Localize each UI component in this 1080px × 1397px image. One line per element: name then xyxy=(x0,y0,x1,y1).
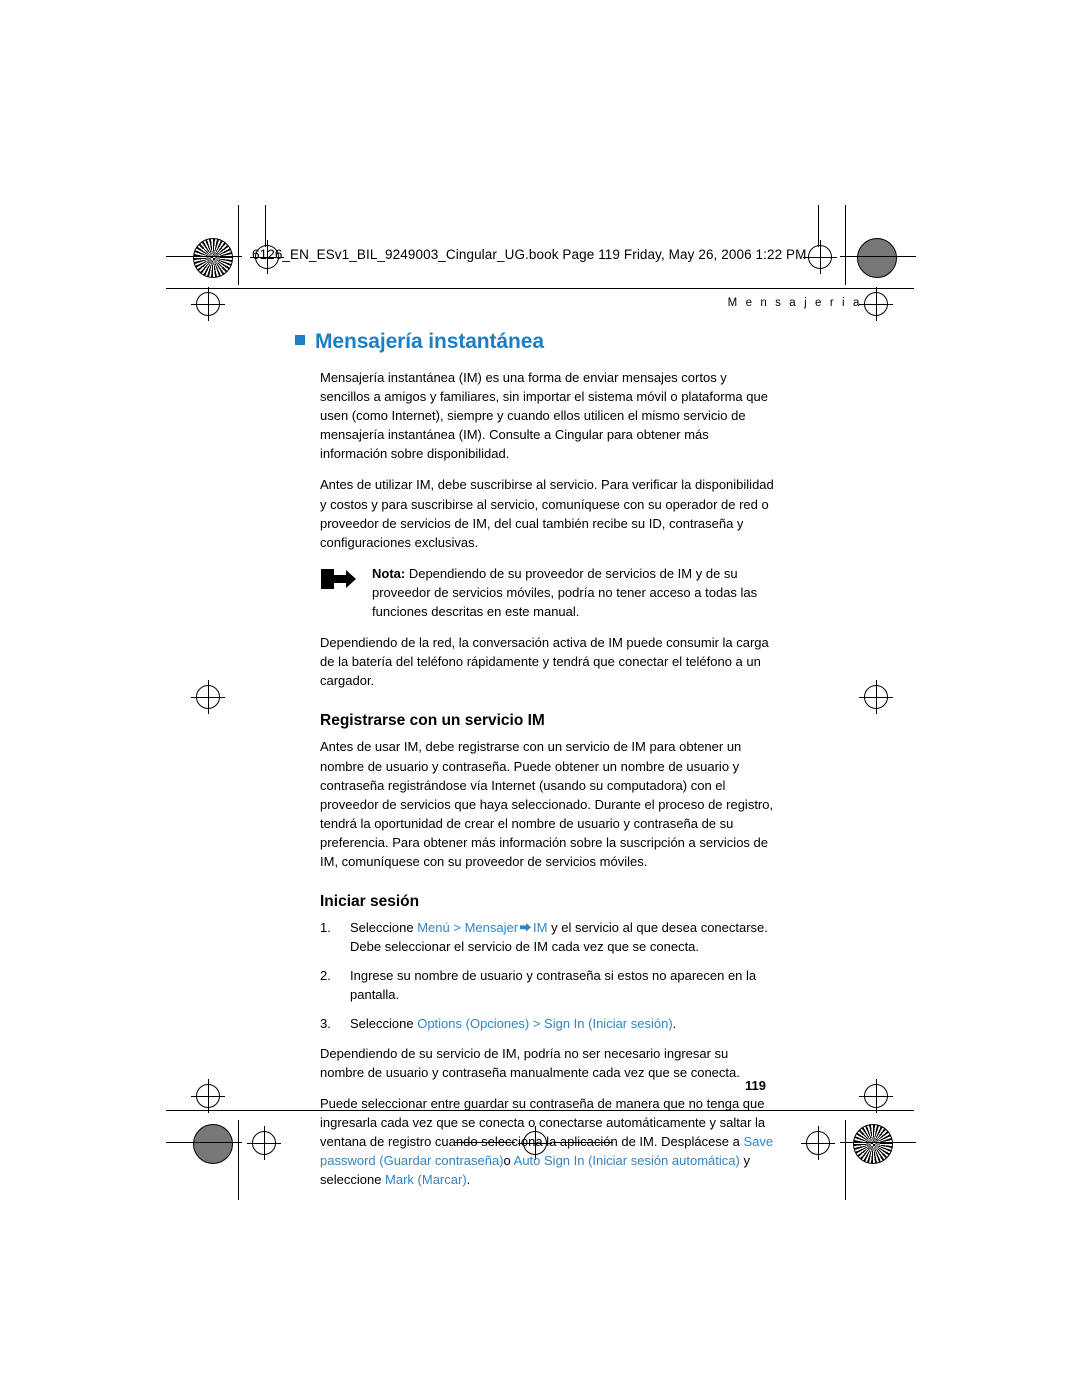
signin-password-text-a: Puede seleccionar entre guardar su contr… xyxy=(320,1095,766,1149)
note-pointer-icon xyxy=(320,566,358,592)
menu-path-link-mensajer[interactable]: Mensajer xyxy=(465,920,518,935)
registration-mark-right-lower xyxy=(859,1079,893,1113)
intro-paragraph-2: Antes de utilizar IM, debe suscribirse a… xyxy=(320,477,774,550)
registration-starburst-bottom-right xyxy=(853,1124,893,1164)
menu-path-link-im[interactable]: IM xyxy=(533,920,547,935)
intro-paragraph-3: Dependiendo de la red, la conversación a… xyxy=(320,635,769,689)
option-link-auto-sign-in[interactable]: Auto Sign In (Iniciar sesión automática) xyxy=(514,1153,740,1168)
crop-line-vertical-right-bottom xyxy=(845,1120,846,1200)
section-heading-signin: Iniciar sesión xyxy=(320,893,420,911)
registration-mark-right-upper xyxy=(859,287,893,321)
density-patch-bottom-left xyxy=(193,1124,233,1164)
crop-line-horizontal-top-left xyxy=(166,256,242,257)
signin-password-text-b: o xyxy=(503,1153,514,1168)
step-text: Ingrese su nombre de usuario y contraseñ… xyxy=(350,968,757,1003)
page-content: Mensajería instantánea Mensajería instan… xyxy=(295,330,775,1201)
list-item: 2. Ingrese su nombre de usuario y contras… xyxy=(320,966,775,1004)
intro-paragraph-1: Mensajería instantánea (IM) es una forma… xyxy=(320,370,768,462)
section-heading-register: Registrarse con un servicio IM xyxy=(320,712,545,730)
crop-line-vertical-right xyxy=(845,205,846,285)
list-item: 3. Seleccione Options (Opciones) > Sign I… xyxy=(320,1014,775,1033)
running-head: M e n s a j e r i a xyxy=(727,297,862,309)
registration-mark-right-middle xyxy=(859,680,893,714)
registration-mark-left-upper xyxy=(191,287,225,321)
note-text: Dependiendo de su proveedor de servicios… xyxy=(372,565,758,620)
signin-password-paragraph: Puede seleccionar entre guardar su contr… xyxy=(320,1094,775,1189)
step-number: 1. xyxy=(320,920,331,936)
registration-mark-bottom-right xyxy=(801,1126,835,1160)
crop-line-horizontal-bottom-right xyxy=(840,1142,916,1143)
menu-path-separator: > xyxy=(529,1016,545,1032)
step-number: 2. xyxy=(320,968,331,984)
section-register-paragraph: Antes de usar IM, debe registrarse con u… xyxy=(320,739,774,869)
book-header-line: 6126_EN_ESv1_BIL_9249003_Cingular_UG.boo… xyxy=(252,247,807,262)
menu-path-link-signin[interactable]: Sign In (Iniciar sesión) xyxy=(544,1016,673,1031)
square-bullet-icon xyxy=(295,335,305,345)
header-rule xyxy=(166,288,914,289)
menu-path-separator: > xyxy=(449,920,465,936)
menu-path-link-menu[interactable]: Menú xyxy=(417,920,450,935)
signin-steps-list: 1. Seleccione Menú > Mensajer IM y el serv… xyxy=(320,918,775,1033)
registration-mark-bottom-left xyxy=(247,1126,281,1160)
signin-password-text-d: . xyxy=(466,1172,471,1188)
step-text-pre: Seleccione xyxy=(350,920,418,936)
crop-line-vertical-left-bottom xyxy=(238,1120,239,1200)
crop-line-horizontal-bottom-left xyxy=(166,1142,242,1143)
note-label: Nota: xyxy=(372,565,406,581)
page-number: 119 xyxy=(745,1078,766,1093)
registration-starburst-top-left xyxy=(193,238,233,278)
crop-line-vertical-right-2 xyxy=(818,205,819,247)
registration-mark-left-lower xyxy=(191,1079,225,1113)
step-text-post: . xyxy=(672,1016,677,1032)
crop-line-vertical-left-2 xyxy=(265,205,266,247)
note-text-wrapper: Nota: Dependiendo de su proveedor de ser… xyxy=(372,564,775,621)
option-link-mark[interactable]: Mark (Marcar) xyxy=(385,1172,467,1187)
step-text-pre: Seleccione xyxy=(350,1016,418,1032)
signin-note-paragraph: Dependiendo de su servicio de IM, podría… xyxy=(320,1045,740,1080)
step-number: 3. xyxy=(320,1016,331,1032)
list-item: 1. Seleccione Menú > Mensajer IM y el serv… xyxy=(320,918,775,956)
note-callout: Nota: Dependiendo de su proveedor de ser… xyxy=(320,564,775,621)
page-title-text: Mensajería instantánea xyxy=(315,330,544,353)
right-arrow-icon xyxy=(520,923,532,932)
page-title: Mensajería instantánea xyxy=(295,330,775,354)
menu-path-link-options[interactable]: Options (Opciones) xyxy=(417,1016,529,1031)
crop-line-vertical-left xyxy=(238,205,239,285)
registration-mark-left-middle xyxy=(191,680,225,714)
